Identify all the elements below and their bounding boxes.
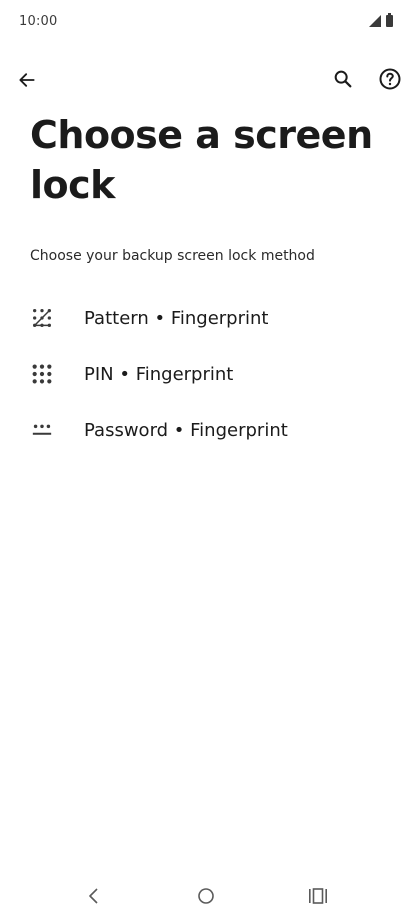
help-icon	[379, 68, 401, 90]
nav-home-button[interactable]	[186, 878, 226, 914]
search-button[interactable]	[323, 59, 363, 99]
toolbar	[0, 56, 413, 104]
option-pattern-fingerprint[interactable]: Pattern • Fingerprint	[0, 290, 413, 346]
back-button[interactable]	[7, 60, 47, 100]
search-icon	[334, 70, 352, 88]
help-button[interactable]	[370, 59, 410, 99]
nav-back-icon	[89, 888, 98, 904]
pattern-icon	[30, 306, 54, 330]
pin-keypad-icon	[30, 362, 54, 386]
status-icons	[369, 13, 393, 27]
option-label: Password • Fingerprint	[84, 419, 288, 441]
status-bar: 10:00	[0, 0, 413, 46]
back-arrow-icon	[19, 73, 35, 87]
screen-lock-options: Pattern • Fingerprint PIN • Fingerprint …	[0, 290, 413, 458]
cellular-signal-icon	[369, 15, 381, 27]
page-title: Choose a screen lock	[30, 113, 373, 207]
nav-home-icon	[198, 888, 214, 904]
option-password-fingerprint[interactable]: Password • Fingerprint	[0, 402, 413, 458]
status-time: 10:00	[19, 14, 58, 29]
page-subtitle: Choose your backup screen lock method	[30, 248, 315, 264]
nav-recents-icon	[309, 888, 327, 904]
nav-recents-button[interactable]	[298, 878, 338, 914]
battery-icon	[386, 13, 393, 27]
option-label: PIN • Fingerprint	[84, 363, 234, 385]
password-icon	[30, 418, 54, 442]
nav-back-button[interactable]	[74, 878, 114, 914]
option-pin-fingerprint[interactable]: PIN • Fingerprint	[0, 346, 413, 402]
option-label: Pattern • Fingerprint	[84, 307, 269, 329]
system-nav-bar	[0, 872, 413, 920]
